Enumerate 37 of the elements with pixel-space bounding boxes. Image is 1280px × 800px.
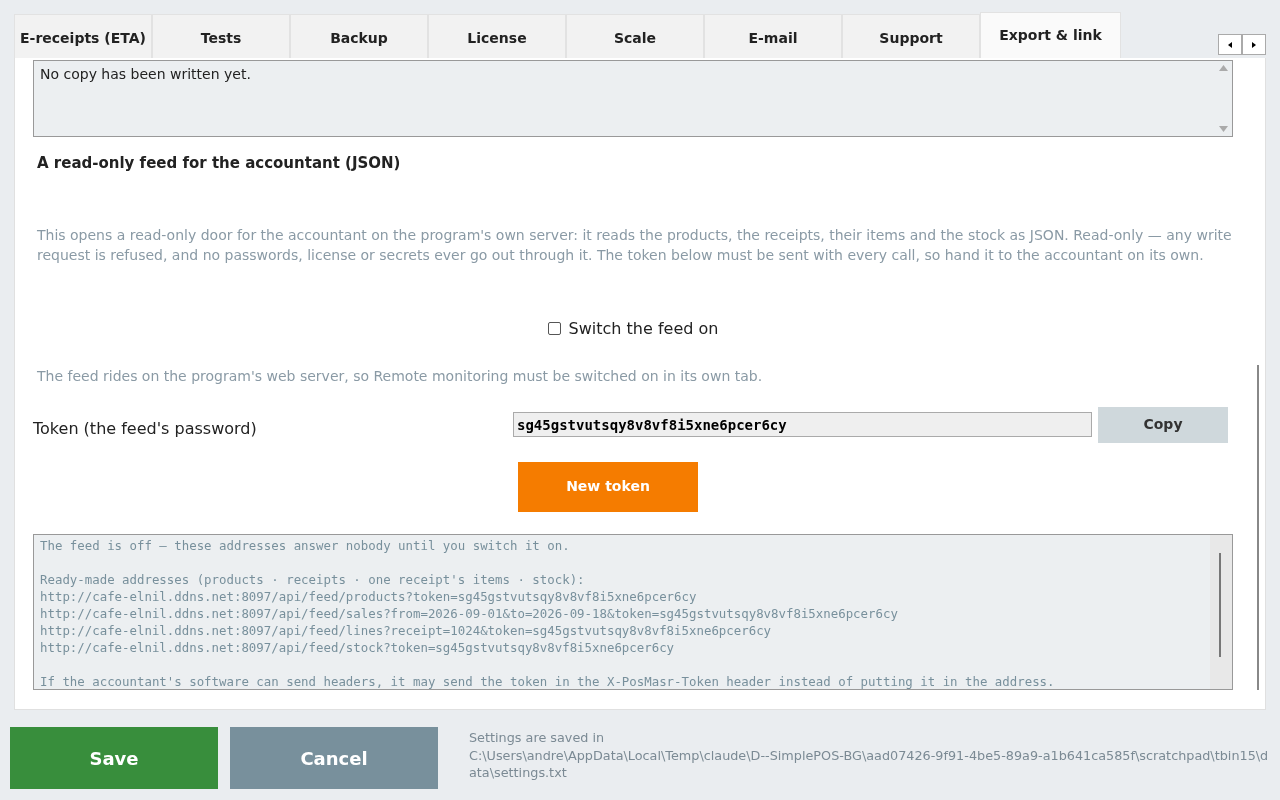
caret-left-icon bbox=[1227, 40, 1233, 49]
settings-path: C:\Users\andre\AppData\Local\Temp\claude\D--SimplePOS-BG\aad07426-9f91-4be5-89a9-a1b641ca585f\scratchpad\tbin15\data\settings.txt bbox=[469, 746, 1269, 782]
scroll-up-icon[interactable] bbox=[1218, 65, 1228, 71]
saved-in-label: Settings are saved in bbox=[469, 729, 606, 747]
tab[interactable]: License bbox=[428, 14, 566, 58]
checkbox[interactable] bbox=[547, 322, 561, 335]
tab[interactable]: E-mail bbox=[704, 14, 842, 58]
checkbox-label: Switch the feed on bbox=[568, 317, 719, 340]
scrollbar-thumb[interactable] bbox=[1219, 552, 1221, 657]
address-line: http://cafe-elnil.ddns.net:8097/api/feed/lines?receipt=1024&token=sg45gstvutsqy8v8vf8i5xne6pcer6cy bbox=[40, 622, 772, 638]
address-line: http://cafe-elnil.ddns.net:8097/api/feed/sales?from=2026-09-01&to=2026-09-18&token=sg45gstvutsqy8v8vf8i5xne6pcer6cy bbox=[40, 605, 898, 621]
save-button[interactable]: Save bbox=[10, 727, 218, 789]
tab[interactable]: Scale bbox=[566, 14, 704, 58]
log-text: No copy has been written yet. bbox=[40, 66, 251, 82]
address-line: http://cafe-elnil.ddns.net:8097/api/feed/products?token=sg45gstvutsqy8v8vf8i5xne6pcer6cy bbox=[40, 588, 697, 604]
scroll-down-icon[interactable] bbox=[1218, 126, 1228, 132]
tab[interactable]: Export & link bbox=[980, 12, 1121, 58]
tab[interactable]: Support bbox=[842, 14, 980, 58]
tab[interactable]: E-receipts (ETA) bbox=[14, 14, 152, 58]
scroll-left-button[interactable] bbox=[1218, 34, 1242, 55]
note-text: The feed rides on the program's web server, so Remote monitoring must be switched on in its own tab. bbox=[37, 366, 764, 386]
scrollbar-thumb[interactable] bbox=[1257, 365, 1259, 690]
tab[interactable]: Backup bbox=[290, 14, 428, 58]
tab[interactable]: Tests bbox=[152, 14, 290, 58]
address-box[interactable] bbox=[33, 533, 1233, 690]
scroll-right-button[interactable] bbox=[1242, 34, 1266, 55]
section-heading: A read-only feed for the accountant (JSON) bbox=[37, 153, 402, 174]
log-box[interactable]: No copy has been written yet. bbox=[33, 60, 1233, 137]
caret-right-icon bbox=[1251, 40, 1257, 49]
field-label: Token (the feed's password) bbox=[33, 417, 258, 440]
status-line: The feed is off — these addresses answer nobody until you switch it on. bbox=[40, 537, 570, 553]
description-text: This opens a read-only door for the accountant on the program's own server: it reads the products, the receipts, their items and the stock as JSON. Read-only — any write request is refused, and no passwords, license or secrets ever go out through it. The token below must be sent with every call, so hand it to the accountant on its own. bbox=[37, 225, 1233, 265]
address-line: http://cafe-elnil.ddns.net:8097/api/feed/stock?token=sg45gstvutsqy8v8vf8i5xne6pcer6cy bbox=[40, 639, 675, 655]
hint-line: If the accountant's software can send headers, it may send the token in the X-PosMasr-Token header instead of putting it in the address. bbox=[40, 673, 1055, 689]
token-field[interactable]: sg45gstvutsqy8v8vf8i5xne6pcer6cy bbox=[513, 412, 1092, 437]
copy-button[interactable]: Copy bbox=[1098, 406, 1228, 443]
list-heading: Ready-made addresses (products · receipts · one receipt's items · stock): bbox=[40, 571, 585, 587]
